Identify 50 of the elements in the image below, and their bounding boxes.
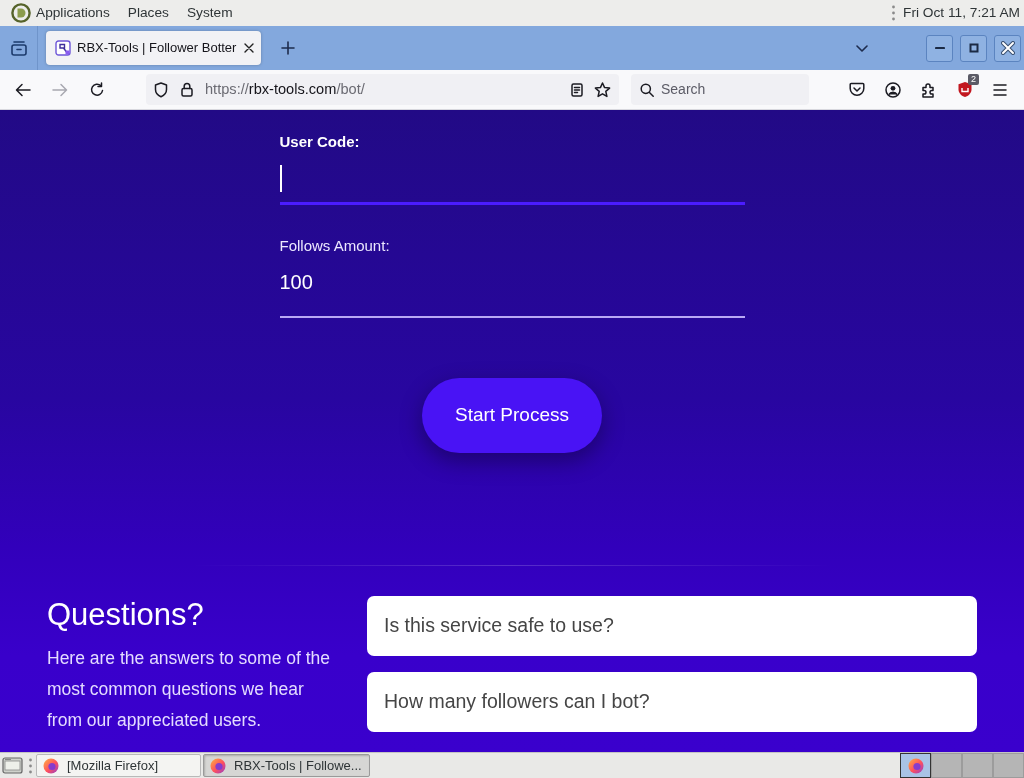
workspace-button[interactable] (900, 753, 931, 778)
section-heading: Questions? (47, 597, 205, 633)
search-field[interactable]: Search (631, 74, 809, 105)
plus-icon[interactable] (281, 41, 295, 55)
back-arrow-icon[interactable] (15, 82, 31, 97)
puzzle-icon[interactable] (921, 81, 937, 98)
input-field[interactable]: 100 (279, 261, 745, 318)
browser-icon (210, 757, 226, 774)
search-icon (640, 82, 654, 97)
clock-text: Fri Oct 11, 7:21 AM (903, 3, 1020, 22)
chevron-down-icon[interactable] (856, 44, 868, 52)
start-process-button[interactable]: Start Process (422, 378, 602, 453)
browser-icon (43, 757, 59, 774)
account-icon[interactable] (885, 81, 901, 98)
close-button[interactable] (994, 34, 1021, 62)
minimize-icon (934, 44, 945, 52)
intro-text: Here are the answers to some of the most common questions we hear from our appreciated users. (47, 647, 332, 732)
faq-question[interactable]: Is this service safe to use? (367, 596, 977, 656)
extension-shield-icon[interactable] (957, 81, 973, 98)
maximize-icon (968, 43, 979, 53)
maximize-button[interactable] (960, 34, 987, 62)
taskbar-button[interactable]: RBX-Tools | Followe... (203, 754, 370, 777)
reader-view-icon[interactable] (571, 82, 583, 97)
close-icon[interactable] (244, 43, 254, 53)
lock-icon[interactable] (181, 82, 193, 97)
shield-icon[interactable] (154, 81, 168, 98)
drag-handle-icon (29, 757, 32, 774)
text-caret-icon (279, 165, 282, 192)
menu-item[interactable]: System (186, 2, 233, 24)
menu-item[interactable]: Applications (36, 2, 110, 24)
pocket-icon[interactable] (849, 82, 865, 97)
count-badge: 2 (968, 74, 979, 85)
menu-icon[interactable] (993, 83, 1007, 96)
reload-icon[interactable] (89, 81, 105, 98)
tray-icon[interactable] (10, 40, 27, 56)
favicon-icon (55, 40, 71, 56)
close-icon (1000, 41, 1015, 55)
menu-item[interactable]: Places (127, 2, 169, 24)
address-bar[interactable]: https://rbx-tools.com/bot/ (146, 74, 619, 105)
taskbar-button[interactable]: [Mozilla Firefox] (36, 754, 201, 777)
faq-question[interactable]: How many followers can I bot? (367, 672, 977, 732)
drag-handle-icon (892, 5, 896, 21)
logo-icon[interactable] (11, 3, 31, 23)
field-label: User Code: (279, 133, 361, 151)
show-desktop-icon[interactable] (2, 756, 23, 775)
field-label: Follows Amount: (279, 237, 391, 255)
minimize-button[interactable] (926, 34, 953, 62)
browser-tab[interactable]: RBX-Tools | Follower Botter (46, 31, 261, 65)
star-icon[interactable] (594, 81, 611, 98)
browser-icon (907, 757, 924, 774)
